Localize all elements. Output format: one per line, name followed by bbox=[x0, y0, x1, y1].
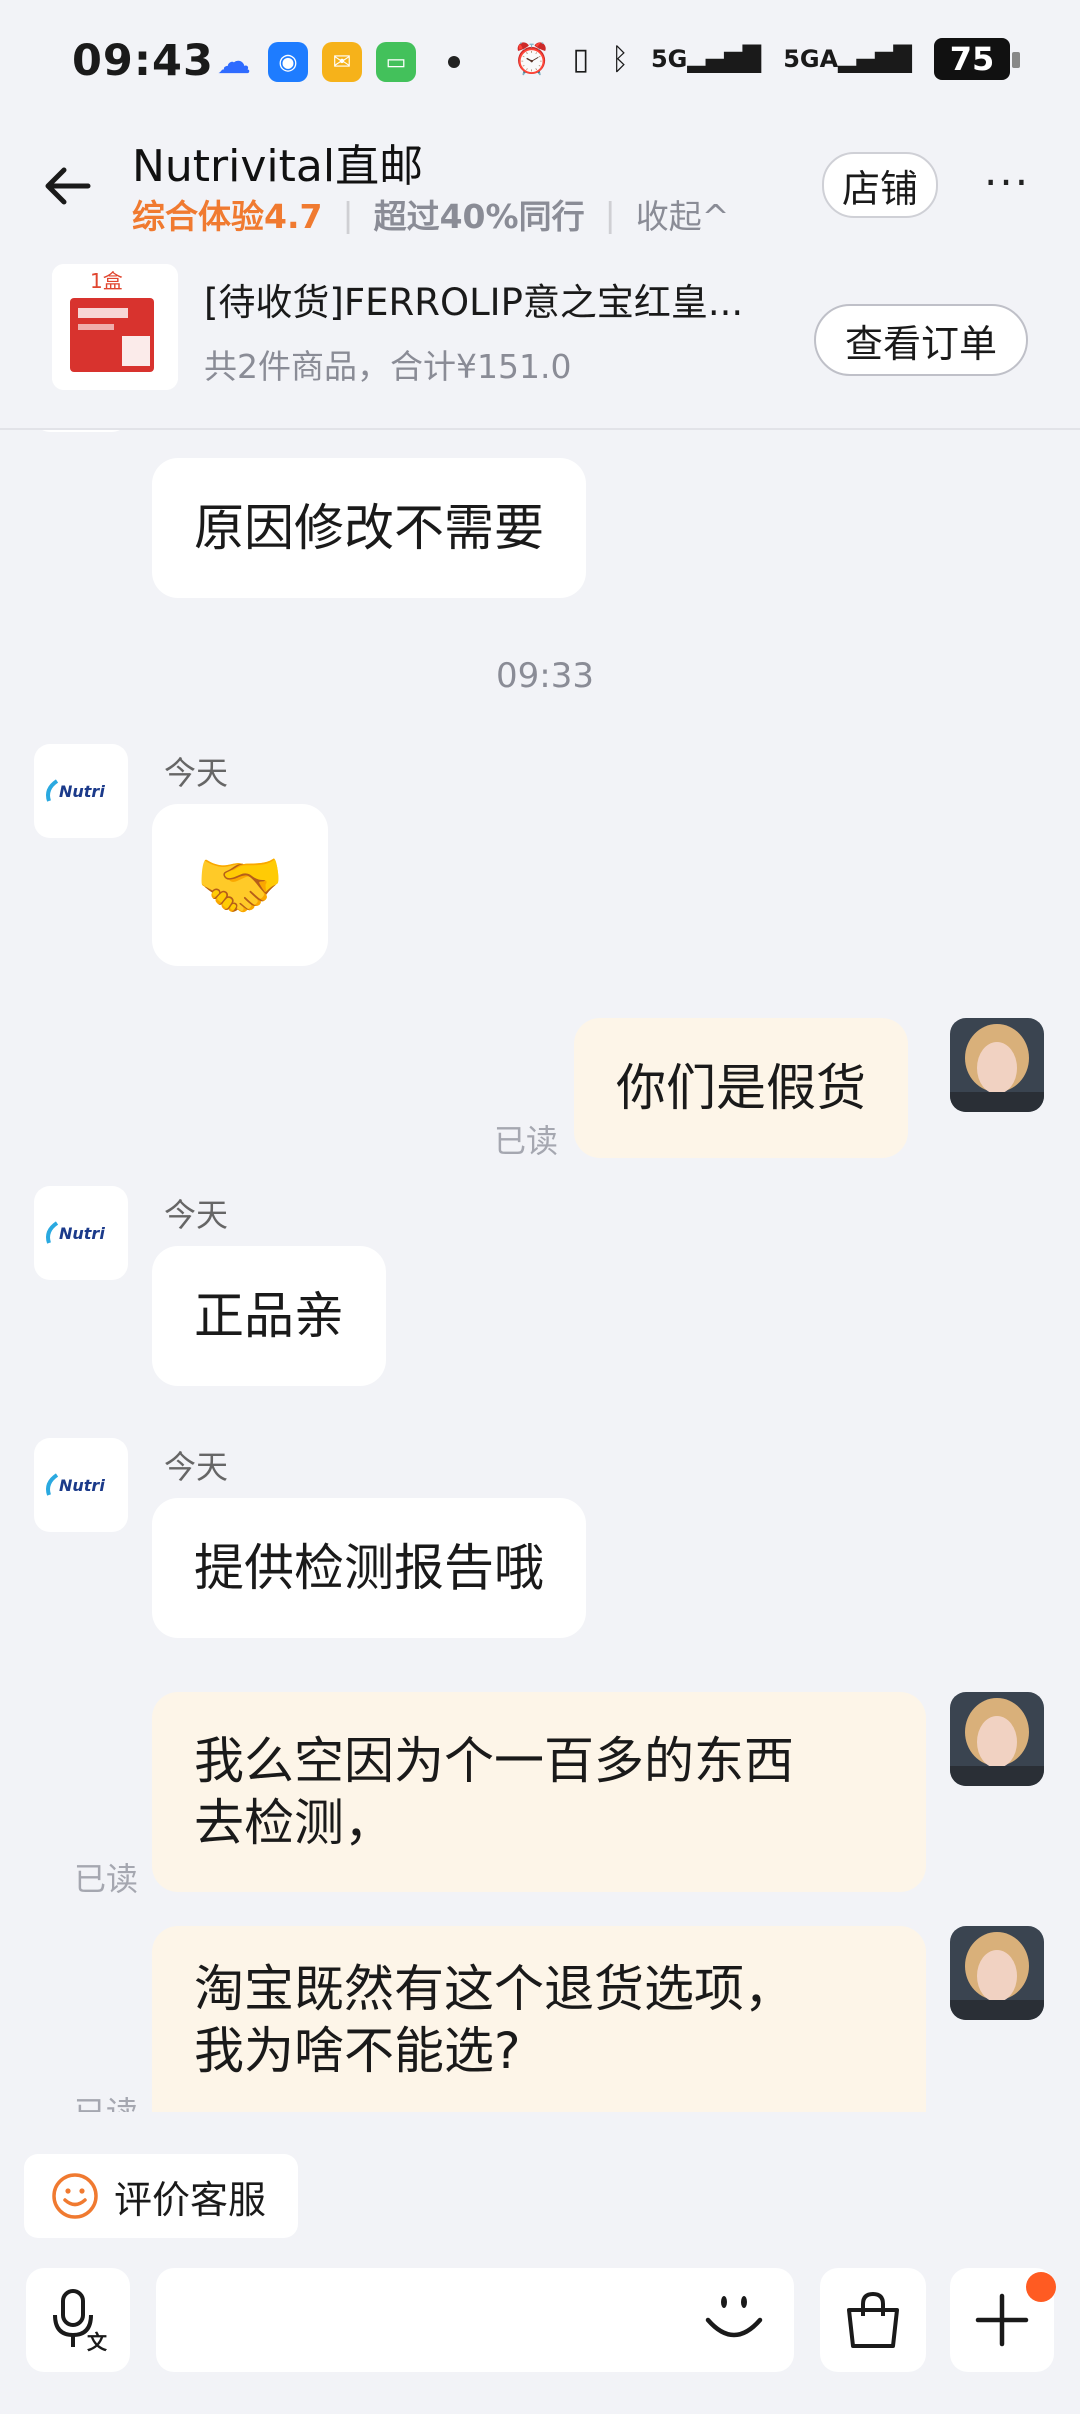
message-line: 去检测， bbox=[194, 1794, 394, 1852]
order-product-title[interactable]: [待收货]FERROLIP意之宝红皇... bbox=[204, 272, 764, 326]
signal-5g-icon: 5G▂▄▆█ bbox=[650, 45, 762, 73]
shop-metrics: 综合体验4.7 | 超过40%同行 | 收起^ bbox=[132, 190, 729, 238]
battery-indicator: 75 bbox=[934, 38, 1020, 80]
nutri-logo-icon: Nutri bbox=[46, 1221, 105, 1244]
product-qty-label: 1盒 bbox=[90, 269, 123, 293]
input-bar: 文 bbox=[0, 2252, 1080, 2414]
mail-icon: ✉ bbox=[322, 42, 362, 82]
arrow-left-icon bbox=[45, 167, 91, 205]
chat-header: Nutrivital直邮 综合体验4.7 | 超过40%同行 | 收起^ 店铺 … bbox=[0, 118, 1080, 430]
sender-label: 今天 bbox=[164, 1448, 229, 1486]
sender-label: 今天 bbox=[164, 754, 229, 792]
vibrate-icon: ▯ bbox=[572, 41, 589, 77]
user-avatar[interactable] bbox=[950, 1692, 1044, 1786]
collapse-toggle[interactable]: 收起^ bbox=[636, 190, 730, 238]
read-status: 已读 bbox=[74, 1860, 139, 1898]
message-icon: ▭ bbox=[376, 42, 416, 82]
svg-text:Nutri: Nutri bbox=[59, 1224, 105, 1243]
notification-icons: ☁ ◉ ✉ ▭ bbox=[214, 42, 460, 82]
back-button[interactable] bbox=[40, 158, 96, 214]
user-photo bbox=[950, 1926, 1044, 2020]
system-icons: ⏰ ▯ ᛒ 5G▂▄▆█ 5GA▂▄▆█ 75 bbox=[513, 38, 1020, 80]
message-bubble[interactable]: 正品亲 bbox=[152, 1246, 386, 1386]
order-summary: 共2件商品，合计¥151.0 bbox=[204, 347, 572, 386]
plus-icon bbox=[975, 2293, 1029, 2347]
message-bubble-mine[interactable]: 淘宝既然有这个退货选项， 我为啥不能选? bbox=[152, 1926, 926, 2112]
shop-button[interactable]: 店铺 bbox=[822, 152, 938, 218]
rate-service-button[interactable]: 评价客服 bbox=[24, 2154, 298, 2238]
shop-avatar[interactable]: Nutri bbox=[34, 1438, 128, 1532]
shopping-bag-icon bbox=[847, 2291, 899, 2348]
view-order-button[interactable]: 查看订单 bbox=[814, 304, 1028, 376]
user-avatar[interactable] bbox=[950, 1018, 1044, 1112]
emoji-bubble[interactable]: 🤝 bbox=[152, 804, 328, 966]
product-bag-button[interactable] bbox=[820, 2268, 926, 2372]
user-photo bbox=[950, 1692, 1044, 1786]
more-notifications-dot bbox=[448, 56, 460, 68]
product-thumbnail[interactable]: 1盒 bbox=[52, 264, 178, 390]
nutri-logo-icon: Nutri bbox=[46, 779, 105, 802]
experience-score: 综合体验4.7 bbox=[132, 197, 323, 236]
app-notification-icon: ◉ bbox=[268, 42, 308, 82]
svg-text:Nutri: Nutri bbox=[59, 782, 105, 801]
message-bubble[interactable]: 提供检测报告哦 bbox=[152, 1498, 586, 1638]
shop-name[interactable]: Nutrivital直邮 bbox=[132, 130, 423, 194]
product-image: 1盒 bbox=[52, 264, 178, 390]
shop-avatar[interactable]: Nutri bbox=[34, 744, 128, 838]
emoji-face-icon bbox=[705, 2296, 763, 2338]
svg-text:Nutri: Nutri bbox=[59, 1476, 105, 1495]
cloud-app-icon: ☁ bbox=[217, 42, 251, 82]
emoji-button[interactable] bbox=[700, 2290, 768, 2354]
read-status: 已读 bbox=[74, 2088, 138, 2112]
user-photo bbox=[950, 1018, 1044, 1112]
chat-messages[interactable]: Nutri 原因修改不需要 09:33 Nutri 今天 🤝 已读 你们是假货 … bbox=[0, 430, 1080, 2112]
status-bar: 09:43 ☁ ◉ ✉ ▭ ⏰ ▯ ᛒ 5G▂▄▆█ 5GA▂▄▆█ 75 bbox=[0, 0, 1080, 118]
message-input[interactable] bbox=[156, 2268, 794, 2372]
microphone-icon: 文 bbox=[53, 2289, 108, 2354]
message-line: 淘宝既然有这个退货选项， bbox=[194, 1960, 794, 2018]
message-bubble-mine[interactable]: 你们是假货 bbox=[574, 1018, 908, 1158]
rate-service-label: 评价客服 bbox=[114, 2177, 267, 2222]
message-line: 我为啥不能选? bbox=[194, 2022, 521, 2080]
shop-avatar[interactable]: Nutri bbox=[34, 430, 128, 432]
signal-5ga-icon: 5GA▂▄▆█ bbox=[783, 45, 912, 73]
more-options-button[interactable]: ··· bbox=[984, 158, 1030, 207]
divider: | bbox=[604, 194, 616, 234]
peer-rank: 超过40%同行 bbox=[373, 197, 585, 236]
notification-badge bbox=[1026, 2272, 1056, 2302]
nutri-logo-icon: Nutri bbox=[46, 1473, 105, 1496]
bluetooth-icon: ᛒ bbox=[610, 41, 629, 77]
sender-label: 今天 bbox=[164, 1196, 229, 1234]
handshake-emoji: 🤝 bbox=[195, 843, 285, 927]
smile-icon bbox=[52, 2173, 98, 2219]
message-line: 我么空因为个一百多的东西 bbox=[194, 1732, 794, 1790]
alarm-icon: ⏰ bbox=[513, 41, 551, 77]
divider: | bbox=[342, 194, 354, 234]
shop-avatar[interactable]: Nutri bbox=[34, 1186, 128, 1280]
message-bubble-mine[interactable]: 我么空因为个一百多的东西 去检测， bbox=[152, 1692, 926, 1892]
status-time: 09:43 bbox=[72, 36, 214, 86]
user-avatar[interactable] bbox=[950, 1926, 1044, 2020]
read-status: 已读 bbox=[494, 1122, 559, 1160]
message-bubble[interactable]: 原因修改不需要 bbox=[152, 458, 586, 598]
voice-input-button[interactable]: 文 bbox=[26, 2268, 130, 2372]
svg-text:文: 文 bbox=[87, 2330, 108, 2354]
message-timestamp: 09:33 bbox=[496, 656, 594, 696]
